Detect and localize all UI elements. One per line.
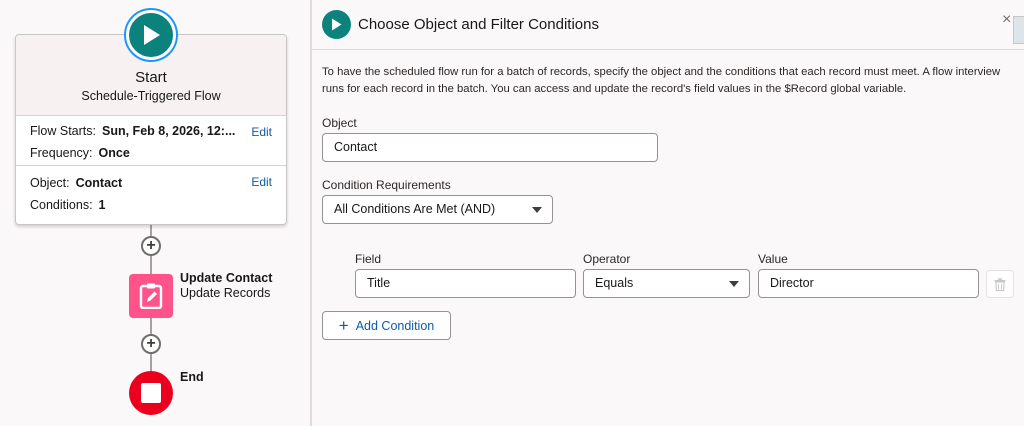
flow-starts-label: Flow Starts:: [30, 124, 96, 138]
object-field-label: Object: [322, 116, 357, 130]
play-icon: [322, 10, 351, 39]
condition-operator-label: Operator: [583, 252, 631, 266]
object-value: Contact: [75, 176, 123, 190]
end-stop-icon: [129, 371, 173, 415]
condition-value-label: Value: [758, 252, 788, 266]
update-element-title[interactable]: Update Contact: [180, 271, 272, 285]
frequency-value: Once: [98, 146, 130, 160]
frequency-label: Frequency:: [30, 146, 93, 160]
object-label: Object:: [30, 176, 70, 190]
condition-field-input[interactable]: Title: [355, 269, 576, 298]
add-element-button-1[interactable]: +: [141, 236, 161, 256]
condition-requirements-select[interactable]: All Conditions Are Met (AND): [322, 195, 553, 224]
add-element-button-2[interactable]: +: [141, 334, 161, 354]
panel-title: Choose Object and Filter Conditions: [358, 16, 599, 33]
update-records-icon[interactable]: [129, 274, 173, 318]
add-condition-label: Add Condition: [355, 318, 435, 333]
end-label: End: [180, 370, 204, 384]
chevron-down-icon: [532, 207, 542, 213]
edit-object-link[interactable]: Edit: [251, 175, 272, 189]
panel-header: Choose Object and Filter Conditions ×: [312, 0, 1024, 50]
properties-panel: Choose Object and Filter Conditions × To…: [312, 0, 1024, 426]
condition-requirements-value: All Conditions Are Met (AND): [334, 202, 496, 216]
chevron-down-icon: [729, 281, 739, 287]
trash-icon: [994, 277, 1006, 291]
panel-edge-thumbnail: [1013, 16, 1024, 44]
description-line-2: runs for each record in the batch. You c…: [322, 83, 907, 95]
object-input[interactable]: Contact: [322, 133, 658, 162]
flow-starts-value: Sun, Feb 8, 2026, 12:...: [102, 124, 236, 138]
condition-value-input[interactable]: Director: [758, 269, 979, 298]
condition-requirements-label: Condition Requirements: [322, 178, 451, 192]
flow-canvas: Start Schedule-Triggered Flow Flow Start…: [0, 0, 311, 426]
edit-schedule-link[interactable]: Edit: [251, 125, 272, 139]
start-subtitle: Schedule-Triggered Flow: [81, 89, 221, 103]
condition-operator-select[interactable]: Equals: [583, 269, 750, 298]
object-section: Object: Contact Conditions: 1 Edit: [16, 166, 286, 224]
delete-condition-button[interactable]: [986, 270, 1014, 298]
start-element-card[interactable]: Start Schedule-Triggered Flow Flow Start…: [15, 34, 287, 225]
condition-operator-value: Equals: [595, 276, 634, 290]
condition-field-label: Field: [355, 252, 382, 266]
panel-description: To have the scheduled flow run for a bat…: [322, 64, 1024, 98]
start-play-icon[interactable]: [126, 10, 176, 60]
description-line-1: To have the scheduled flow run for a bat…: [322, 66, 1001, 78]
conditions-label: Conditions:: [30, 198, 93, 212]
schedule-section: Flow Starts: Sun, Feb 8, 2026, 12:... Fr…: [16, 116, 286, 166]
conditions-value: 1: [98, 198, 106, 212]
close-icon[interactable]: ×: [1002, 11, 1011, 29]
add-condition-button[interactable]: + Add Condition: [322, 311, 451, 340]
add-icon: +: [338, 316, 349, 335]
update-element-subtitle: Update Records: [180, 286, 271, 300]
